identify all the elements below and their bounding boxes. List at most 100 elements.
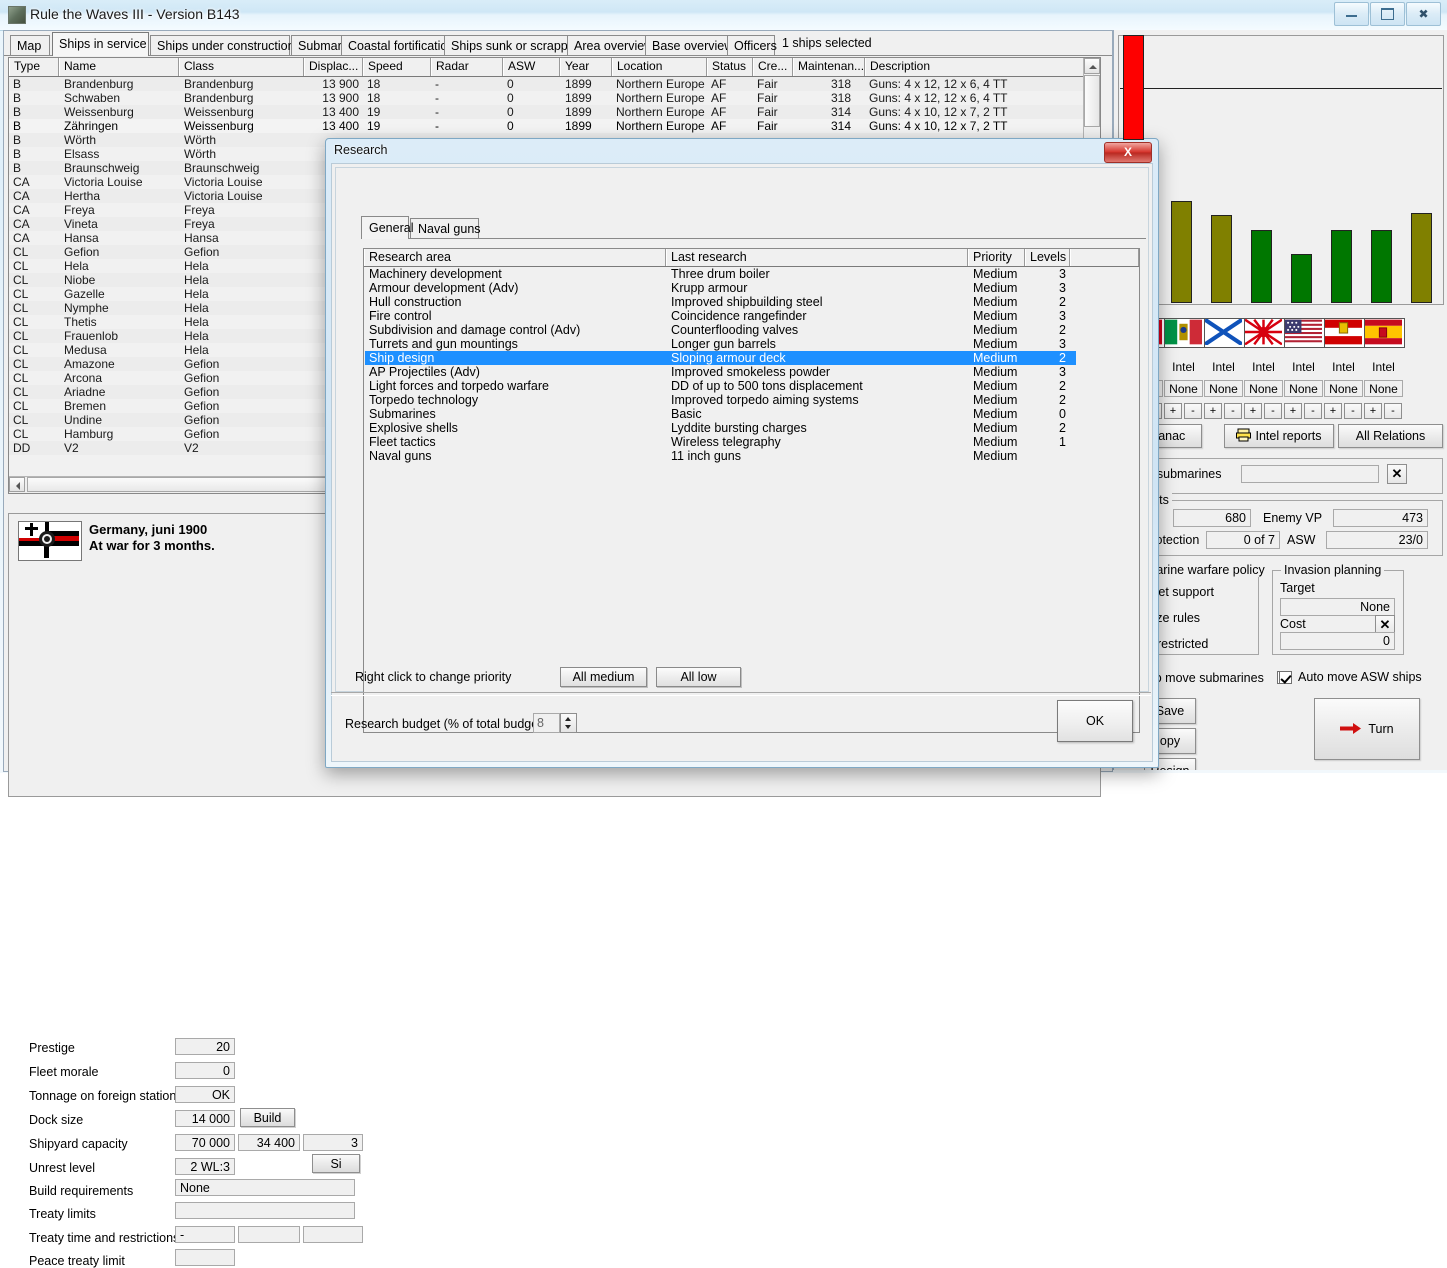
cell-radar: - — [435, 77, 439, 91]
research-tab-naval-guns[interactable]: Naval guns — [410, 218, 481, 239]
build-submarines-field[interactable] — [1241, 465, 1379, 483]
close-button[interactable]: ✖ — [1406, 2, 1441, 26]
research-row[interactable]: Armour development (Adv) Krupp armour Medi… — [365, 281, 1076, 295]
research-areas-grid[interactable]: Research area Last research Priority Lev… — [363, 248, 1140, 733]
scroll-thumb[interactable] — [1084, 75, 1100, 127]
all-low-button[interactable]: All low — [656, 667, 741, 687]
col-crew[interactable]: Cre... — [753, 58, 793, 76]
research-row[interactable]: Fleet tactics Wireless telegraphy Medium 1 — [365, 435, 1076, 449]
maximize-button[interactable] — [1370, 2, 1405, 26]
table-row[interactable]: B Zähringen Weissenburg 13 400 19 - 0 1899 North… — [9, 119, 1084, 133]
col-speed[interactable]: Speed — [363, 58, 431, 76]
clear-build-submarines-button[interactable]: ✕ — [1387, 464, 1407, 484]
col-status[interactable]: Status — [707, 58, 753, 76]
research-row[interactable]: Torpedo technology Improved torpedo aimin… — [365, 393, 1076, 407]
research-dialog-close-button[interactable]: X — [1104, 142, 1152, 163]
col-location[interactable]: Location — [612, 58, 707, 76]
research-row[interactable]: Turrets and gun mountings Longer gun barr… — [365, 337, 1076, 351]
cell-class: Hela — [184, 315, 209, 329]
spinner-down-icon[interactable] — [561, 723, 576, 732]
intel-value: None — [1244, 380, 1283, 397]
intel-decrease-button[interactable]: - — [1184, 403, 1202, 419]
col-asw[interactable]: ASW — [503, 58, 560, 76]
tab-base-overview[interactable]: Base overview — [645, 35, 733, 55]
intel-reports-label: Intel reports — [1255, 429, 1322, 443]
research-cell-levels — [1030, 449, 1066, 463]
table-row[interactable]: B Weissenburg Weissenburg 13 400 19 - 0 1899 Nor… — [9, 105, 1084, 119]
scroll-left-arrow-icon[interactable] — [9, 477, 25, 492]
tab-officers[interactable]: Officers — [727, 35, 777, 55]
tab-ships-under-construction[interactable]: Ships under construction — [150, 35, 295, 55]
intel-increase-button[interactable]: + — [1364, 403, 1382, 419]
intel-decrease-button[interactable]: - — [1344, 403, 1362, 419]
trade-protection-field: 0 of 7 — [1206, 531, 1280, 549]
research-row[interactable]: Ship design Sloping armour deck Medium 2 — [365, 351, 1076, 365]
tab-area-overview[interactable]: Area overview — [567, 35, 653, 55]
research-budget-spinner[interactable] — [560, 713, 577, 733]
research-cell-area: AP Projectiles (Adv) — [369, 365, 480, 379]
scroll-up-arrow-icon[interactable] — [1084, 58, 1100, 74]
russia-flag-icon[interactable] — [1204, 318, 1245, 348]
col-type[interactable]: Type — [9, 58, 59, 76]
cell-desc: Guns: 4 x 12, 12 x 6, 4 TT — [869, 77, 1008, 91]
research-tab-general[interactable]: General — [361, 216, 413, 239]
japan-flag-icon[interactable] — [1244, 318, 1285, 348]
research-cell-area: Torpedo technology — [369, 393, 479, 407]
col-priority[interactable]: Priority — [968, 249, 1025, 266]
col-class[interactable]: Class — [179, 58, 304, 76]
research-row[interactable]: Submarines Basic Medium 0 — [365, 407, 1076, 421]
intel-reports-button[interactable]: Intel reports — [1224, 424, 1334, 448]
col-levels[interactable]: Levels — [1025, 249, 1070, 266]
intel-increase-button[interactable]: + — [1324, 403, 1342, 419]
col-maintenance[interactable]: Maintenan... — [793, 58, 865, 76]
col-name[interactable]: Name — [59, 58, 179, 76]
size-button[interactable]: Si — [312, 1154, 360, 1173]
research-row[interactable]: Machinery development Three drum boiler Me… — [365, 267, 1076, 281]
italy-flag-icon[interactable] — [1164, 318, 1205, 348]
intel-decrease-button[interactable]: - — [1304, 403, 1322, 419]
research-row[interactable]: Fire control Coincidence rangefinder Mediu… — [365, 309, 1076, 323]
col-year[interactable]: Year — [560, 58, 612, 76]
research-row[interactable]: Explosive shells Lyddite bursting charges… — [365, 421, 1076, 435]
spain-flag-icon[interactable] — [1364, 318, 1405, 348]
intel-decrease-button[interactable]: - — [1264, 403, 1282, 419]
tab-ships-in-service[interactable]: Ships in service — [52, 32, 149, 56]
minimize-button[interactable] — [1334, 2, 1369, 26]
auto-move-asw-label[interactable]: Auto move ASW ships — [1298, 670, 1422, 684]
research-row[interactable]: Light forces and torpedo warfare DD of up… — [365, 379, 1076, 393]
intel-decrease-button[interactable]: - — [1384, 403, 1402, 419]
research-row[interactable]: Hull construction Improved shipbuilding s… — [365, 295, 1076, 309]
col-description[interactable]: Description — [865, 58, 1084, 76]
tab-ships-sunk-or-scrapped[interactable]: Ships sunk or scrapped — [444, 35, 582, 55]
austria-hungary-flag-icon[interactable] — [1324, 318, 1365, 348]
all-medium-button[interactable]: All medium — [560, 667, 647, 687]
intel-increase-button[interactable]: + — [1204, 403, 1222, 419]
intel-increase-button[interactable]: + — [1164, 403, 1182, 419]
usa-flag-icon[interactable] — [1284, 318, 1325, 348]
col-displacement[interactable]: Displac... — [304, 58, 363, 76]
cell-type: CA — [13, 203, 30, 217]
research-row[interactable]: Naval guns 11 inch guns Medium — [365, 449, 1076, 463]
table-row[interactable]: B Brandenburg Brandenburg 13 900 18 - 0 1899 Nor… — [9, 77, 1084, 91]
research-cell-area: Light forces and torpedo warfare — [369, 379, 549, 393]
build-button[interactable]: Build — [240, 1108, 295, 1127]
intel-decrease-button[interactable]: - — [1224, 403, 1242, 419]
spinner-up-icon[interactable] — [561, 714, 576, 723]
col-research-area[interactable]: Research area — [364, 249, 666, 266]
research-row[interactable]: AP Projectiles (Adv) Improved smokeless p… — [365, 365, 1076, 379]
research-budget-input[interactable]: 8 — [533, 713, 560, 733]
tab-map[interactable]: Map — [10, 35, 50, 55]
table-row[interactable]: B Schwaben Brandenburg 13 900 18 - 0 1899 Northe… — [9, 91, 1084, 105]
research-row[interactable]: Subdivision and damage control (Adv) Coun… — [365, 323, 1076, 337]
col-last-research[interactable]: Last research — [666, 249, 968, 266]
auto-move-asw-checkbox[interactable] — [1279, 671, 1292, 684]
turn-button[interactable]: Turn — [1314, 698, 1420, 760]
application-window: Rule the Waves III - Version B143 ✖ Map … — [0, 0, 1447, 1268]
intel-increase-button[interactable]: + — [1284, 403, 1302, 419]
cell-class: Gefion — [184, 385, 220, 399]
intel-increase-button[interactable]: + — [1244, 403, 1262, 419]
all-relations-button[interactable]: All Relations — [1338, 424, 1443, 448]
col-radar[interactable]: Radar — [431, 58, 503, 76]
research-cell-priority: Medium — [973, 337, 1018, 351]
research-ok-button[interactable]: OK — [1057, 700, 1133, 742]
